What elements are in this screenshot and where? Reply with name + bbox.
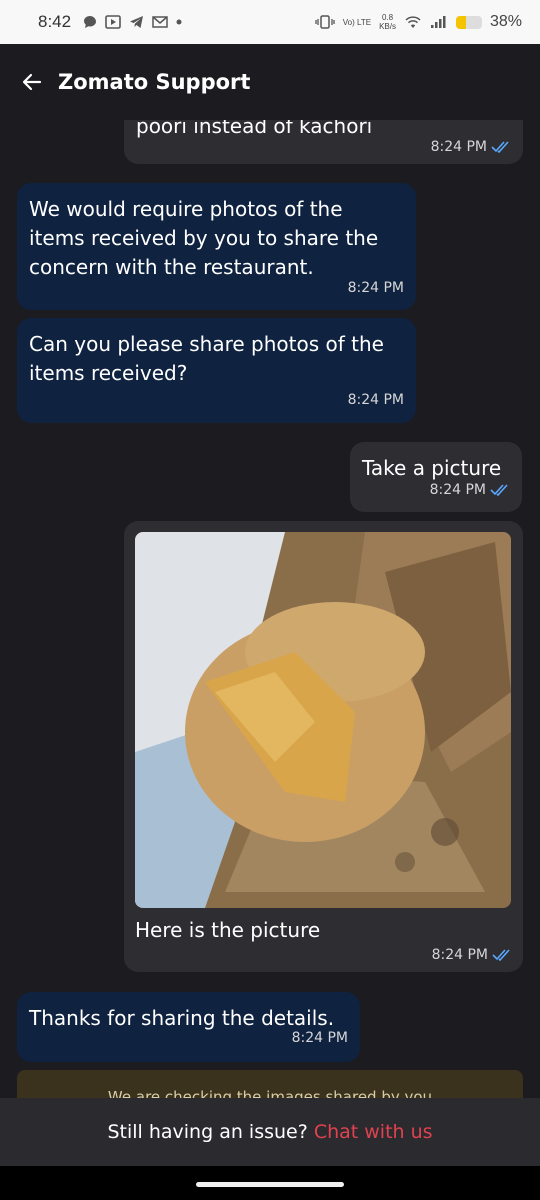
chat-thread[interactable]: poori instead of kachori 8:24 PM We woul…: [0, 120, 540, 1098]
user-message: Take a picture 8:24 PM: [350, 442, 522, 512]
read-tick-icon: [490, 484, 508, 496]
message-meta: 8:24 PM: [136, 139, 511, 155]
user-message: poori instead of kachori 8:24 PM: [124, 120, 523, 164]
help-question: Still having an issue?: [107, 1121, 308, 1143]
message-meta: 8:24 PM: [362, 482, 510, 498]
message-text: Can you please share photos of the items…: [29, 332, 384, 385]
message-text: poori instead of kachori: [136, 120, 373, 138]
page-title: Zomato Support: [58, 70, 251, 94]
bottom-bar: Still having an issue? Chat with us: [0, 1098, 540, 1166]
status-bar: 8:42 Vo) LTE 0.8 KB/s 38%: [0, 0, 540, 44]
network-speed: 0.8 KB/s: [379, 13, 396, 31]
message-text: We would require photos of the items rec…: [29, 197, 379, 279]
message-text: Take a picture: [362, 456, 502, 480]
message-meta: 8:24 PM: [29, 280, 404, 296]
notice-text: We are checking the images shared by you: [107, 1088, 433, 1098]
message-time: 8:24 PM: [430, 139, 487, 155]
message-time: 8:24 PM: [431, 947, 488, 963]
food-photo[interactable]: [135, 532, 511, 908]
wifi-icon: [405, 16, 421, 28]
netspeed-unit: KB/s: [379, 22, 396, 31]
agent-message: Thanks for sharing the details. 8:24 PM: [17, 992, 360, 1062]
message-meta: 8:24 PM: [29, 1030, 348, 1046]
status-time: 8:42: [38, 12, 72, 31]
user-photo-message: Here is the picture 8:24 PM: [124, 521, 523, 972]
message-time: 8:24 PM: [429, 482, 486, 498]
message-text: Thanks for sharing the details.: [29, 1006, 335, 1030]
status-notice: We are checking the images shared by you: [17, 1070, 523, 1098]
read-tick-icon: [492, 949, 510, 961]
agent-message: Can you please share photos of the items…: [17, 318, 416, 423]
notification-icons: [83, 15, 182, 29]
back-arrow-icon[interactable]: [20, 70, 44, 94]
gmail-icon: [152, 16, 168, 28]
system-nav-area: [0, 1166, 540, 1200]
message-time: 8:24 PM: [291, 1030, 348, 1046]
media-icon: [105, 15, 121, 29]
vibrate-icon: [315, 15, 335, 29]
message-time: 8:24 PM: [347, 392, 404, 408]
network-type: Vo) LTE: [342, 17, 372, 27]
home-gesture-handle[interactable]: [196, 1182, 344, 1187]
battery-percent: 38%: [489, 13, 522, 30]
message-meta: 8:24 PM: [135, 947, 512, 963]
agent-message: We would require photos of the items rec…: [17, 183, 416, 310]
chat-bubble-icon: [84, 16, 97, 28]
photo-caption: Here is the picture: [135, 918, 321, 942]
message-time: 8:24 PM: [347, 280, 404, 296]
read-tick-icon: [491, 141, 509, 153]
message-meta: 8:24 PM: [29, 392, 404, 408]
telegram-icon: [130, 16, 144, 28]
status-right: Vo) LTE 0.8 KB/s 38%: [315, 13, 522, 31]
dot-icon: [176, 19, 182, 25]
netspeed-value: 0.8: [381, 13, 394, 22]
battery-icon: [455, 15, 482, 29]
chat-with-us-link[interactable]: Chat with us: [314, 1121, 433, 1143]
app-header: Zomato Support: [0, 44, 540, 120]
signal-icon: [430, 16, 446, 28]
